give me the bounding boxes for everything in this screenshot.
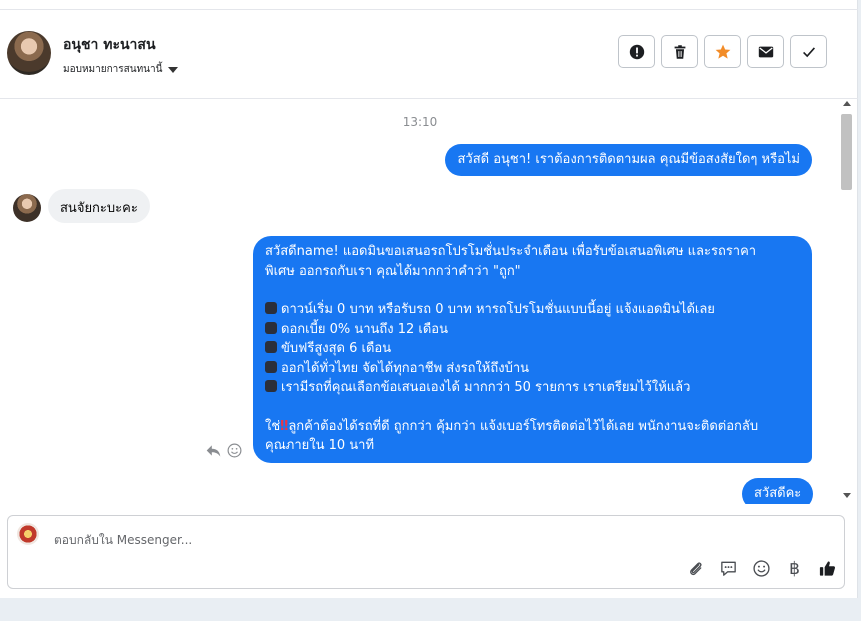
message-composer: ฿ (7, 515, 845, 589)
assign-label: มอบหมายการสนทนานี้ (63, 64, 163, 75)
promo-bullet-text: ออกได้ทั่วไทย จัดได้ทุกอาชีพ ส่งรถให้ถึง… (281, 360, 530, 376)
scroll-up-arrow-icon[interactable] (843, 101, 851, 106)
report-icon (629, 44, 644, 59)
promo-bullet-line: ดาวน์เริ่ม 0 บาท หรือรับรถ 0 บาท หารถโปร… (265, 300, 800, 320)
star-icon (715, 44, 730, 59)
outgoing-message[interactable]: สวัสดีคะ (742, 478, 814, 504)
paperclip-icon (690, 562, 702, 576)
like-button[interactable] (817, 558, 838, 579)
promo-bullet-text: ขับฟรีสูงสุด 6 เดือน (281, 341, 392, 356)
promo-line: สวัสดีname! แอดมินขอเสนอรถโปรโมชั่นประจำ… (265, 244, 757, 259)
reply-input[interactable] (52, 524, 656, 556)
reply-icon[interactable] (205, 442, 222, 459)
promo-bullet-line: ขับฟรีสูงสุด 6 เดือน (265, 339, 800, 359)
emoji-button[interactable] (751, 558, 772, 579)
payment-baht-button[interactable]: ฿ (784, 558, 805, 579)
page-avatar (17, 523, 39, 545)
header-actions (618, 35, 827, 68)
incoming-message[interactable]: สนจัยกะบะคะ (48, 189, 150, 223)
promo-bullet-text: เรามีรถที่คุณเลือกข้อเสนอเองได้ มากกว่า … (281, 380, 691, 395)
promo-bullet-text: ดาวน์เริ่ม 0 บาท หรือรับรถ 0 บาท หารถโปร… (281, 302, 715, 317)
checkmark-icon (802, 46, 815, 57)
smiley-icon (753, 560, 770, 577)
car-emoji-icon (265, 360, 277, 373)
report-button[interactable] (618, 35, 655, 68)
thread-scrollbar[interactable] (841, 99, 853, 504)
mark-done-button[interactable] (790, 35, 827, 68)
car-emoji-icon (265, 302, 277, 314)
promo-line: ใช่‼ ลูกค้าต้องได้รถที่ดี ถูกกว่า คุ้มกว่… (265, 417, 800, 437)
car-emoji-icon (265, 341, 277, 353)
promo-yes-text: ใช่ (265, 418, 281, 434)
contact-avatar[interactable] (7, 31, 51, 75)
trash-icon (674, 44, 685, 59)
thumbs-up-icon (819, 561, 836, 576)
scroll-down-arrow-icon[interactable] (843, 493, 851, 498)
mark-unread-button[interactable] (747, 35, 784, 68)
chat-bubble-icon (721, 561, 736, 576)
assign-conversation-dropdown[interactable]: มอบหมายการสนทนานี้ (63, 62, 179, 77)
message-hover-actions (205, 442, 243, 459)
promo-bullet-line: ดอกเบี้ย 0% นานถึง 12 เดือน (265, 320, 800, 340)
contact-avatar-small[interactable] (13, 194, 41, 222)
delete-button[interactable] (661, 35, 698, 68)
promo-line: พิเศษ ออกรถกับเรา คุณได้มากกว่าคำว่า "ถู… (265, 263, 521, 279)
double-exclamation-icon: ‼ (280, 418, 288, 434)
caret-down-icon (168, 66, 179, 73)
star-button[interactable] (704, 35, 741, 68)
outgoing-promo-message[interactable]: สวัสดีname! แอดมินขอเสนอรถโปรโมชั่นประจำ… (253, 236, 812, 463)
message-thread[interactable]: 13:10 สวัสดี อนุชา! เราต้องการติดตามผล ค… (0, 99, 840, 504)
promo-bullet-text: ดอกเบี้ย 0% นานถึง 12 เดือน (281, 321, 449, 337)
saved-replies-button[interactable] (718, 558, 739, 579)
promo-line: คุณภายใน 10 นาที (265, 438, 375, 453)
car-emoji-icon (265, 380, 277, 392)
message-timestamp: 13:10 (402, 115, 438, 129)
conversation-panel: อนุชา ทะนาสน มอบหมายการสนทนานี้ 13:10 สว… (0, 0, 858, 598)
composer-tools: ฿ (685, 558, 838, 579)
scrollbar-thumb[interactable] (841, 114, 852, 190)
conversation-header: อนุชา ทะนาสน มอบหมายการสนทนานี้ (0, 10, 858, 99)
car-emoji-icon (265, 321, 277, 334)
promo-spacer (265, 281, 800, 300)
react-emoji-icon[interactable] (226, 442, 243, 459)
promo-bullet-line: ออกได้ทั่วไทย จัดได้ทุกอาชีพ ส่งรถให้ถึง… (265, 359, 800, 379)
promo-bullet-line: เรามีรถที่คุณเลือกข้อเสนอเองได้ มากกว่า … (265, 378, 800, 398)
attach-button[interactable] (685, 558, 706, 579)
promo-spacer (265, 398, 800, 417)
outgoing-message[interactable]: สวัสดี อนุชา! เราต้องการติดตามผล คุณมีข้… (445, 144, 812, 176)
promo-closing-text: ลูกค้าต้องได้รถที่ดี ถูกกว่า คุ้มกว่า แจ… (288, 418, 759, 434)
mail-icon (758, 46, 773, 57)
contact-name[interactable]: อนุชา ทะนาสน (63, 34, 156, 56)
